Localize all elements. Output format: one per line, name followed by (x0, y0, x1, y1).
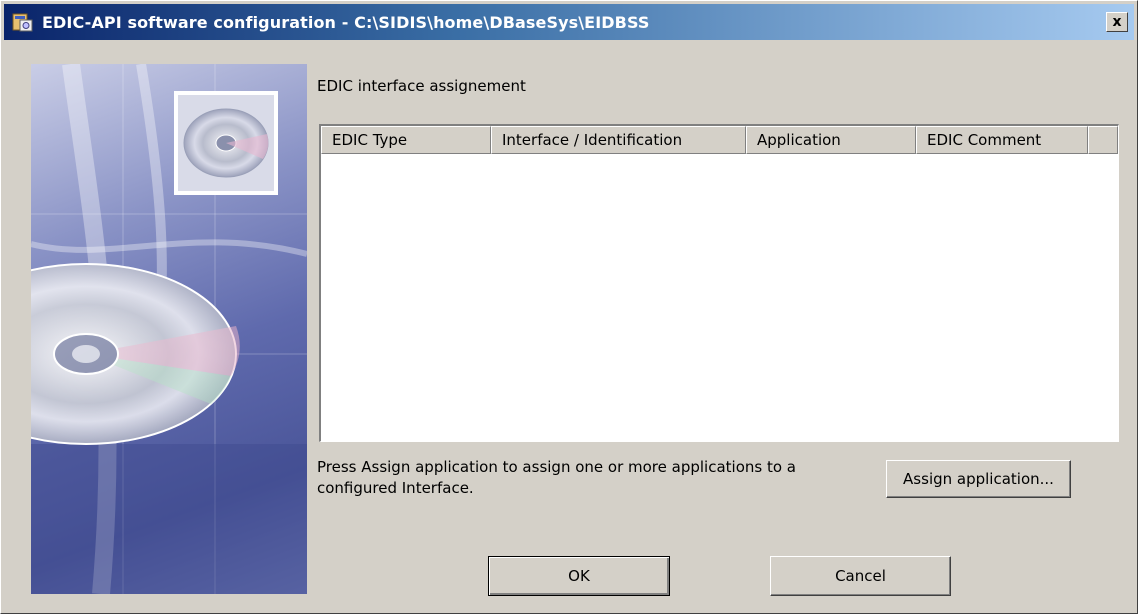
column-header-interface[interactable]: Interface / Identification (491, 126, 746, 154)
close-icon: x (1112, 14, 1122, 30)
ok-button[interactable]: OK (488, 556, 670, 596)
assign-application-button[interactable]: Assign application... (886, 460, 1071, 498)
column-header-comment[interactable]: EDIC Comment (916, 126, 1088, 154)
section-label: EDIC interface assignement (317, 77, 526, 95)
table-header: EDIC Type Interface / Identification App… (321, 126, 1118, 154)
close-button[interactable]: x (1106, 12, 1128, 32)
cd-image (31, 64, 307, 594)
title-bar[interactable]: EDIC-API software configuration - C:\SID… (4, 4, 1134, 40)
app-icon (12, 11, 34, 33)
column-header-filler (1088, 126, 1118, 154)
column-header-edic-type[interactable]: EDIC Type (321, 126, 491, 154)
window-title: EDIC-API software configuration - C:\SID… (42, 12, 650, 32)
dialog-window: EDIC-API software configuration - C:\SID… (0, 0, 1138, 614)
cancel-button[interactable]: Cancel (770, 556, 951, 596)
instruction-text: Press Assign application to assign one o… (317, 458, 796, 497)
assignment-table[interactable]: EDIC Type Interface / Identification App… (319, 124, 1119, 442)
column-header-application[interactable]: Application (746, 126, 916, 154)
